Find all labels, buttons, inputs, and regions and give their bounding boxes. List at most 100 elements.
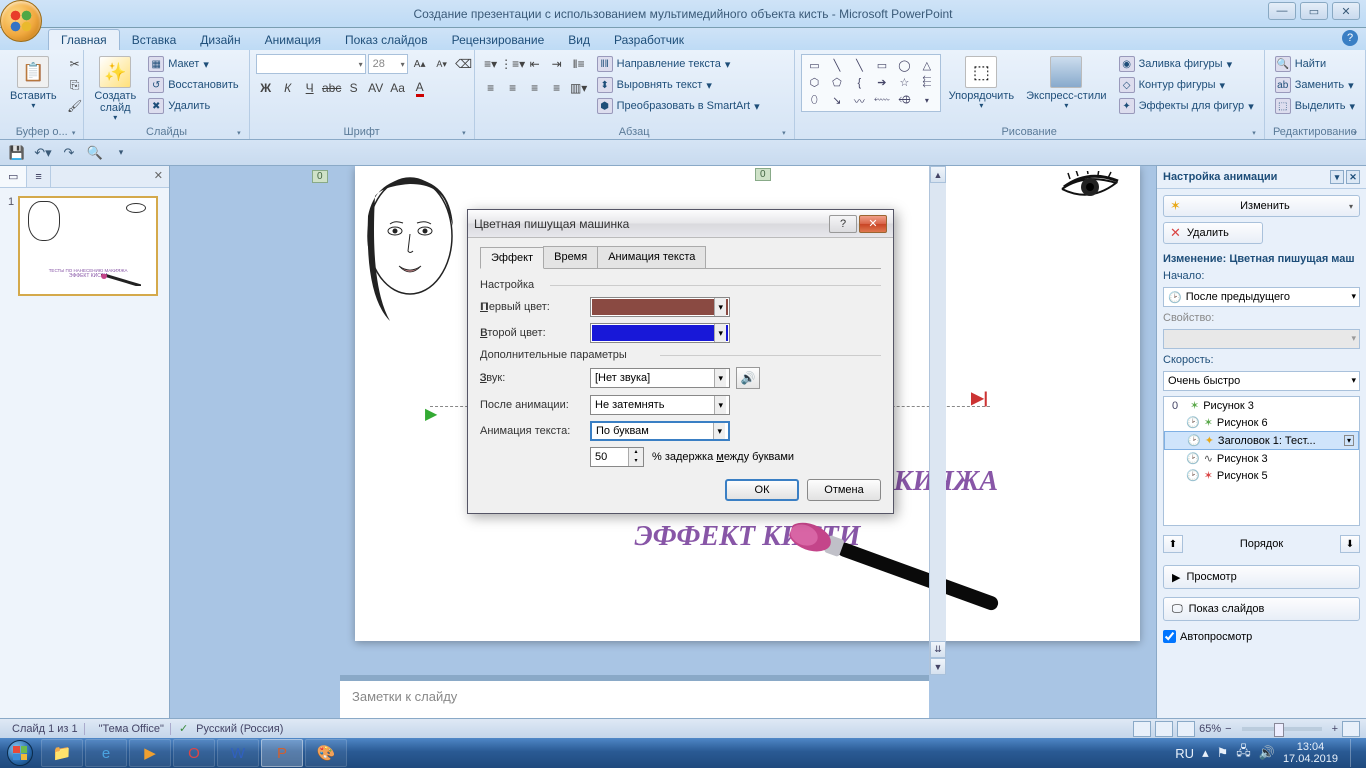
tray-clock[interactable]: 13:0417.04.2019 — [1283, 741, 1338, 765]
task-powerpoint[interactable]: P — [261, 739, 303, 767]
status-language[interactable]: Русский (Россия) — [196, 723, 283, 735]
spacing-button[interactable]: AV — [366, 78, 386, 98]
qat-preview-button[interactable]: 🔍 — [84, 143, 106, 163]
slideshow-view-button[interactable] — [1177, 721, 1195, 737]
next-slide-button[interactable]: ⇊ — [930, 641, 946, 658]
dialog-help-button[interactable]: ? — [829, 215, 857, 233]
arrange-button[interactable]: ⬚ Упорядочить▾ — [945, 54, 1018, 113]
anim-item-selected[interactable]: 🕑✦Заголовок 1: Тест...▾ — [1164, 431, 1359, 450]
font-size-combo[interactable]: 28 — [368, 54, 408, 74]
indent-button[interactable]: ⇥ — [547, 54, 567, 74]
tab-slideshow[interactable]: Показ слайдов — [333, 30, 440, 50]
normal-view-button[interactable] — [1133, 721, 1151, 737]
task-wmp[interactable]: ▶ — [129, 739, 171, 767]
autopreview-checkbox[interactable]: Автопросмотр — [1163, 626, 1360, 647]
align-text-button[interactable]: ⬍Выровнять текст ▾ — [593, 75, 764, 95]
zoom-slider[interactable] — [1242, 727, 1322, 731]
underline-button[interactable]: Ч — [300, 78, 320, 98]
columns-button[interactable]: ▥▾ — [569, 78, 589, 98]
anim-slideshow-button[interactable]: 🖵Показ слайдов — [1163, 597, 1360, 621]
reorder-down-button[interactable]: ⬇ — [1340, 535, 1360, 553]
delete-slide-button[interactable]: ✖Удалить — [144, 96, 242, 116]
scroll-down-button[interactable]: ▼ — [930, 658, 946, 675]
select-button[interactable]: ⬚Выделить ▾ — [1271, 96, 1359, 116]
dialog-tab-textanim[interactable]: Анимация текста — [597, 246, 706, 268]
find-button[interactable]: 🔍Найти — [1271, 54, 1359, 74]
panel-close-button[interactable]: ✕ — [148, 166, 169, 187]
replace-button[interactable]: abЗаменить ▾ — [1271, 75, 1359, 95]
align-left-button[interactable]: ≡ — [481, 78, 501, 98]
shrink-font-button[interactable]: A▾ — [432, 54, 452, 74]
tab-review[interactable]: Рецензирование — [440, 30, 557, 50]
first-color-combo[interactable] — [590, 297, 730, 317]
help-icon[interactable]: ? — [1342, 30, 1358, 46]
shape-effects-button[interactable]: ✦Эффекты для фигур ▾ — [1115, 96, 1258, 116]
tab-view[interactable]: Вид — [556, 30, 602, 50]
dialog-tab-timing[interactable]: Время — [543, 246, 598, 268]
task-word[interactable]: W — [217, 739, 259, 767]
text-anim-combo[interactable]: По буквам — [590, 421, 730, 441]
tray-network-icon[interactable]: 🖧 — [1236, 742, 1251, 764]
paste-button[interactable]: 📋 Вставить▾ — [6, 54, 61, 113]
format-painter-button[interactable]: 🖌 — [65, 96, 85, 116]
dialog-close-button[interactable]: ✕ — [859, 215, 887, 233]
sound-combo[interactable]: [Нет звука] — [590, 368, 730, 388]
tab-home[interactable]: Главная — [48, 29, 120, 50]
show-desktop-button[interactable] — [1350, 739, 1358, 767]
anim-item[interactable]: 🕑✶Рисунок 6 — [1164, 414, 1359, 431]
task-explorer[interactable]: 📁 — [41, 739, 83, 767]
numbering-button[interactable]: ⋮≡▾ — [503, 54, 523, 74]
task-opera[interactable]: O — [173, 739, 215, 767]
reorder-up-button[interactable]: ⬆ — [1163, 535, 1183, 553]
second-color-combo[interactable] — [590, 323, 730, 343]
dialog-tab-effect[interactable]: Эффект — [480, 247, 544, 269]
panel-tab-outline[interactable]: ≡ — [27, 166, 50, 187]
sound-volume-button[interactable]: 🔊 — [736, 367, 760, 389]
anim-pane-close[interactable]: ✕ — [1346, 170, 1360, 184]
shape-fill-button[interactable]: ◉Заливка фигуры ▾ — [1115, 54, 1258, 74]
grow-font-button[interactable]: A▴ — [410, 54, 430, 74]
anim-start-select[interactable]: 🕑После предыдущего — [1163, 287, 1360, 307]
notes-pane[interactable]: Заметки к слайду — [340, 680, 929, 718]
tray-show-hidden-icon[interactable]: ▴ — [1202, 745, 1209, 761]
spellcheck-icon[interactable]: ✓ — [179, 722, 188, 735]
case-button[interactable]: Aa — [388, 78, 408, 98]
task-paint[interactable]: 🎨 — [305, 739, 347, 767]
dialog-titlebar[interactable]: Цветная пишущая машинка ? ✕ — [468, 210, 893, 238]
reset-button[interactable]: ↺Восстановить — [144, 75, 242, 95]
shapes-gallery[interactable]: ▭╲╲▭◯△ ⬡⬠{➔☆⬱ ⬯↘〰⬳⬲▾ — [801, 54, 941, 112]
anim-pane-dropdown[interactable]: ▾ — [1330, 170, 1344, 184]
scroll-up-button[interactable]: ▲ — [930, 166, 946, 183]
slide-thumbnail[interactable]: ТЕСТЫ ПО НАНЕСЕНИЮ МАКИЯЖА ЭФФЕКТ КИСТИ — [18, 196, 158, 296]
anim-change-button[interactable]: ✶Изменить▾ — [1163, 195, 1360, 217]
clear-format-button[interactable]: ⌫ — [454, 54, 474, 74]
strike-button[interactable]: abc — [322, 78, 342, 98]
tray-volume-icon[interactable]: 🔊 — [1259, 745, 1275, 761]
vertical-scrollbar[interactable]: ▲ ⇈ ⇊ ▼ — [929, 166, 946, 675]
smartart-button[interactable]: ⬢Преобразовать в SmartArt ▾ — [593, 96, 764, 116]
maximize-button[interactable]: ▭ — [1300, 2, 1328, 20]
anim-preview-button[interactable]: ▶Просмотр — [1163, 565, 1360, 589]
align-center-button[interactable]: ≡ — [503, 78, 523, 98]
zoom-out-button[interactable]: − — [1225, 723, 1231, 735]
qat-redo-button[interactable]: ↷ — [58, 143, 80, 163]
tab-insert[interactable]: Вставка — [120, 30, 189, 50]
tab-animation[interactable]: Анимация — [253, 30, 333, 50]
zoom-in-button[interactable]: + — [1332, 723, 1338, 735]
cut-button[interactable]: ✂ — [65, 54, 85, 74]
after-anim-combo[interactable]: Не затемнять — [590, 395, 730, 415]
bullets-button[interactable]: ≡▾ — [481, 54, 501, 74]
dialog-cancel-button[interactable]: Отмена — [807, 479, 881, 501]
tab-developer[interactable]: Разработчик — [602, 30, 696, 50]
office-button[interactable] — [0, 0, 42, 42]
line-spacing-button[interactable]: ‖≡ — [569, 54, 589, 74]
layout-button[interactable]: ▦Макет ▾ — [144, 54, 242, 74]
qat-undo-button[interactable]: ↶▾ — [32, 143, 54, 163]
shape-outline-button[interactable]: ◇Контур фигуры ▾ — [1115, 75, 1258, 95]
outdent-button[interactable]: ⇤ — [525, 54, 545, 74]
fit-window-button[interactable] — [1342, 721, 1360, 737]
anim-item[interactable]: 🕑∿Рисунок 3 — [1164, 450, 1359, 467]
panel-tab-slides[interactable]: ▭ — [0, 166, 27, 187]
task-ie[interactable]: e — [85, 739, 127, 767]
tray-action-center-icon[interactable]: ⚑ — [1217, 745, 1229, 761]
